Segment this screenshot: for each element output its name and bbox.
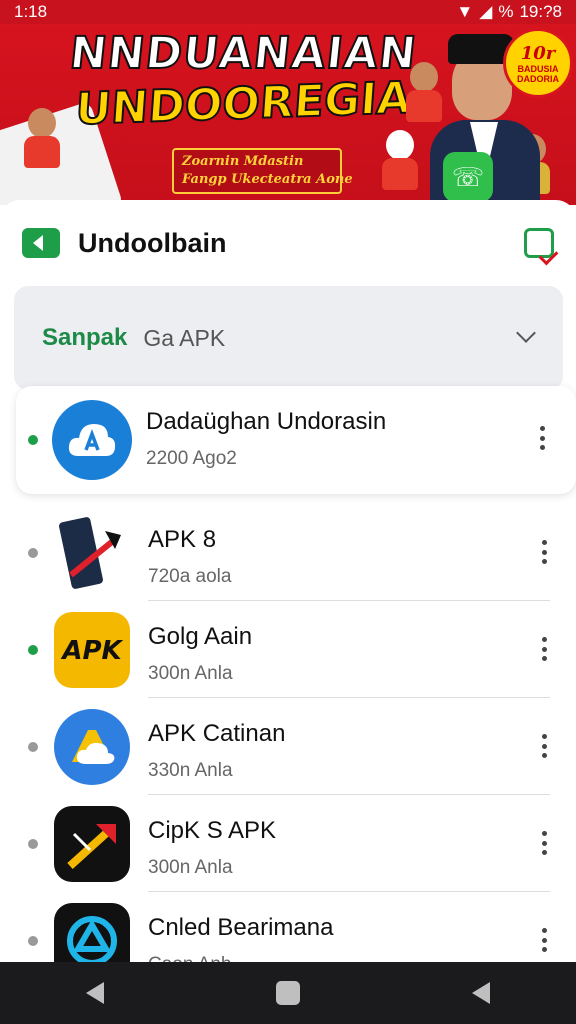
check-shield-icon[interactable] [524, 228, 554, 258]
app-name: APK 8 [148, 526, 217, 553]
more-options-icon[interactable] [542, 540, 548, 564]
banner-title-line1: NNDUANAIAN [66, 27, 420, 80]
more-options-icon[interactable] [542, 831, 548, 855]
promo-badge: 10r BADUSIA DADORIA [503, 28, 573, 98]
item-texts: Golg Aain 300n Anla [148, 623, 252, 685]
filter-dropdown[interactable]: Sanpak Ga APK [14, 286, 563, 390]
app-list-rest: APK 8 720a aola APK Golg Aain 300n Anla [0, 504, 576, 962]
drive-cloud-icon [54, 708, 130, 785]
svg-text:APK: APK [60, 636, 123, 666]
cloud-app-icon [52, 400, 132, 480]
app-meta: 300n Anla [148, 857, 233, 878]
list-item[interactable]: Cnled Bearimana Caon Anh [0, 892, 576, 962]
triangle-ring-icon [54, 902, 130, 962]
status-dot [28, 935, 38, 946]
item-texts: Cnled Bearimana Caon Anh [148, 914, 333, 962]
status-dot [28, 741, 38, 752]
home-nav-icon[interactable] [276, 981, 300, 1005]
app-name: Golg Aain [148, 623, 253, 650]
wifi-icon: ▼ [456, 2, 474, 21]
arrow-box-icon [54, 805, 130, 882]
item-texts: APK 8 720a aola [148, 526, 231, 588]
status-dot [28, 644, 38, 655]
app-name: APK Catinan [148, 720, 286, 747]
sheet-title: Undoolbain [78, 227, 227, 258]
back-arrow-icon[interactable] [22, 228, 60, 258]
item-texts: Dadaüghan Undorasin 2200 Ago2 [146, 408, 386, 470]
status-clock: 19:?8 [519, 2, 562, 21]
status-dot [28, 435, 38, 445]
more-options-icon[interactable] [542, 928, 548, 952]
more-options-icon[interactable] [542, 734, 548, 758]
app-meta: 720a aola [148, 566, 232, 587]
list-item[interactable]: APK 8 720a aola [0, 504, 576, 601]
list-item[interactable]: APK Golg Aain 300n Anla [0, 601, 576, 698]
app-name: CipK S APK [148, 817, 277, 844]
more-options-icon[interactable] [542, 637, 548, 661]
signal-icon: ◢ [479, 2, 493, 21]
status-dot [28, 838, 38, 849]
app-name: Cnled Bearimana [148, 914, 334, 941]
status-dot [28, 547, 38, 558]
cartoon-kid-illustration [22, 108, 62, 168]
app-meta: Caon Anh [148, 954, 333, 962]
banner-subtitle-line1: Zoarnin Mdastin [182, 154, 304, 169]
item-texts: CipK S APK 300n Anla [148, 817, 276, 879]
filter-value: Ga APK [143, 324, 226, 351]
app-meta: 300n Anla [148, 663, 233, 684]
app-sheet: Undoolbain Sanpak Ga APK Dadaüghan Undor… [0, 200, 576, 962]
banner-title-line2: UNDOOREGIA! [73, 71, 434, 136]
app-name: Dadaüghan Undorasin [146, 408, 387, 435]
status-icons: ▼ ◢ % 19:?8 [456, 2, 562, 22]
phone-arrow-icon [54, 515, 130, 591]
chevron-down-icon [516, 323, 536, 343]
status-bar: 1:18 ▼ ◢ % 19:?8 [0, 0, 576, 24]
system-nav-bar [0, 962, 576, 1024]
item-texts: APK Catinan 330n Anla [148, 720, 285, 782]
cartoon-kid-illustration [380, 130, 420, 190]
promo-banner[interactable]: NNDUANAIAN UNDOOREGIA! Zoarnin Mdastin F… [0, 0, 576, 205]
battery-percent: % [498, 2, 514, 21]
list-item[interactable]: APK Catinan 330n Anla [0, 698, 576, 795]
apk-badge-icon: APK [54, 611, 130, 688]
recents-nav-icon[interactable] [472, 982, 490, 1004]
filter-label: Sanpak [42, 324, 128, 351]
more-options-icon[interactable] [540, 426, 546, 450]
app-meta: 2200 Ago2 [146, 448, 237, 469]
list-item[interactable]: CipK S APK 300n Anla [0, 795, 576, 892]
banner-subtitle-line2: Fangp Ukecteatra Aone [182, 172, 353, 187]
whatsapp-icon[interactable]: ☏ [443, 152, 493, 202]
status-time: 1:18 [14, 2, 48, 21]
app-meta: 330n Anla [148, 760, 233, 781]
sheet-header: Undoolbain [0, 200, 576, 286]
back-nav-icon[interactable] [86, 982, 104, 1004]
banner-subtitle-box: Zoarnin Mdastin Fangp Ukecteatra Aone [172, 148, 353, 194]
list-item-selected[interactable]: Dadaüghan Undorasin 2200 Ago2 [16, 386, 576, 494]
